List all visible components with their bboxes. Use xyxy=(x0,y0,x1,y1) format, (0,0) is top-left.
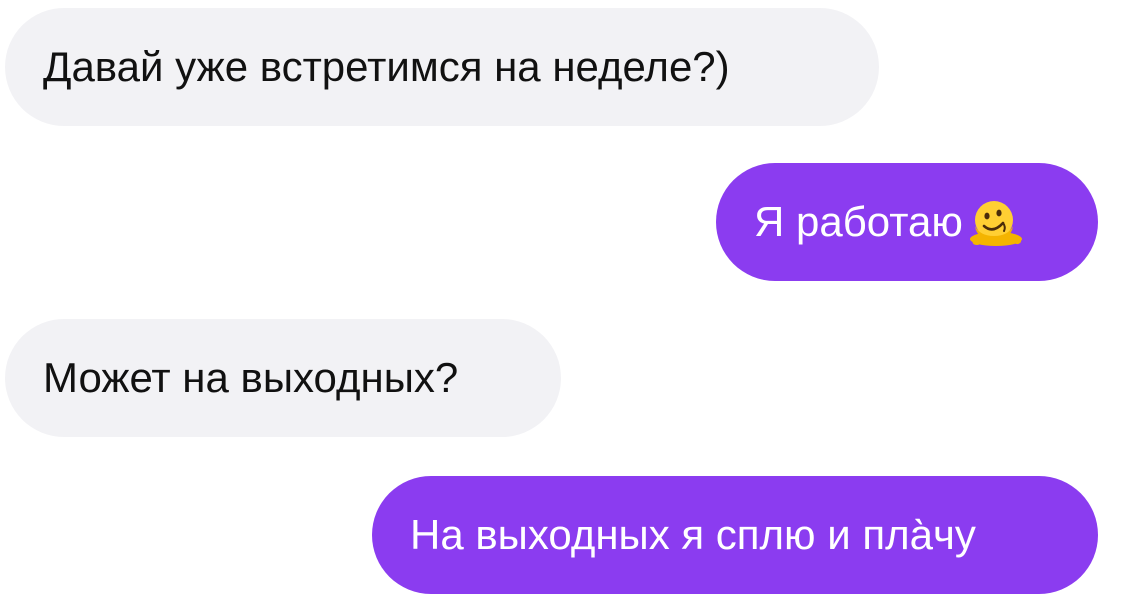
message-text: Я работаю xyxy=(754,198,963,245)
incoming-message-bubble[interactable]: Давай уже встретимся на неделе?) xyxy=(5,8,879,126)
outgoing-message-bubble[interactable]: На выходных я сплю и пла̀чу xyxy=(372,476,1098,594)
melting-face-icon xyxy=(963,196,1025,248)
chat-thread: Давай уже встретимся на неделе?) Я работ… xyxy=(0,0,1121,606)
incoming-message-bubble[interactable]: Может на выходных? xyxy=(5,319,561,437)
message-text: На выходных я сплю и пла̀чу xyxy=(410,511,976,558)
message-text: Давай уже встретимся на неделе?) xyxy=(43,43,730,90)
message-text: Может на выходных? xyxy=(43,354,459,401)
outgoing-message-bubble[interactable]: Я работаю xyxy=(716,163,1098,281)
